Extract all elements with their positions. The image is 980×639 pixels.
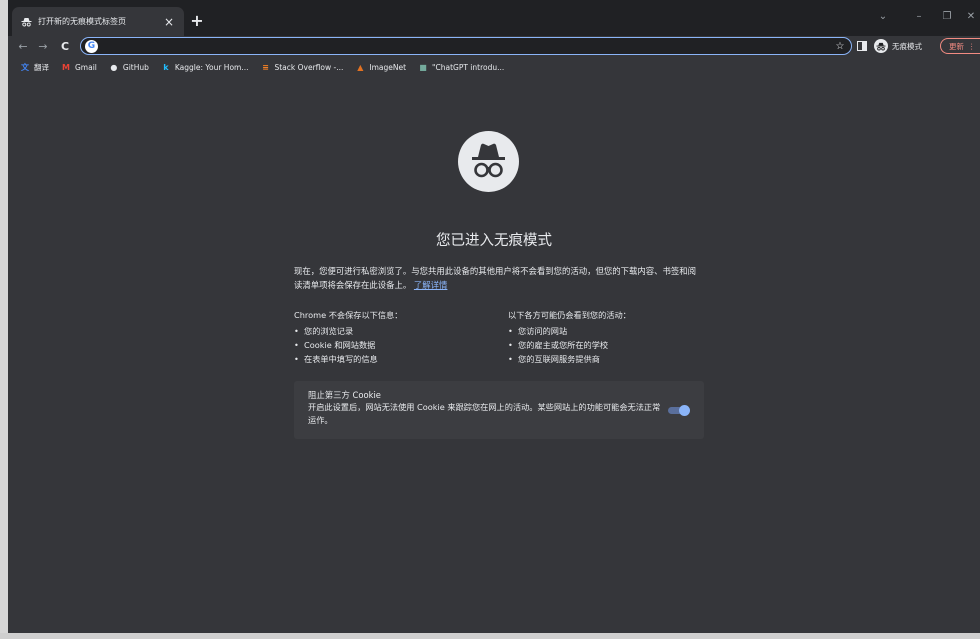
learn-more-link[interactable]: 了解详情 [414,280,448,290]
chrome-wont-save: Chrome 不会保存以下信息： 您的浏览记录 Cookie 和网站数据 在表单… [294,308,514,366]
forward-button[interactable]: → [34,36,52,56]
update-button[interactable]: 更新 ⋮ [940,38,980,54]
activity-visible-to: 以下各方可能仍会看到您的活动： 您访问的网站 您的雇主或您所在的学校 您的互联网… [508,308,728,366]
bookmark-gmail[interactable]: M Gmail [55,59,103,75]
bookmark-chatgpt[interactable]: ■ "ChatGPT introdu... [412,59,510,75]
toggle-knob [679,405,690,416]
imagenet-icon: ▲ [357,62,364,72]
taskbar-edge [0,633,980,639]
incognito-label: 无痕模式 [892,41,922,51]
page-title: 您已进入无痕模式 [436,233,552,249]
list-item: Cookie 和网站数据 [294,338,514,352]
bookmark-label: Kaggle: Your Hom... [174,62,249,72]
bookmark-label: 翻译 [34,62,49,72]
third-party-cookie-card: 阻止第三方 Cookie 开启此设置后，网站无法使用 Cookie 来跟踪您在网… [294,381,704,439]
list-item: 您的互联网服务提供商 [508,352,728,366]
list-item: 您访问的网站 [508,324,728,338]
cookie-description: 开启此设置后，网站无法使用 Cookie 来跟踪您在网上的活动。某些网站上的功能… [308,402,661,425]
incognito-hero-icon [458,131,519,192]
cookie-toggle[interactable] [668,405,690,416]
bookmark-star-icon[interactable]: ☆ [833,41,847,52]
list-item: 您的雇主或您所在的学校 [508,338,728,352]
tab-incognito[interactable]: 打开新的无痕模式标签页 × [12,7,184,36]
translate-icon: 文 [21,62,29,72]
chatgpt-icon: ■ [419,62,427,72]
browser-window: 打开新的无痕模式标签页 × + ⌄ – ❐ ✕ ← → C G ☆ 无痕模式 更… [8,0,980,639]
cookie-title: 阻止第三方 Cookie [308,390,381,400]
bookmark-stackoverflow[interactable]: ≡ Stack Overflow -... [254,59,349,75]
bookmark-imagenet[interactable]: ▲ ImageNet [349,59,412,75]
github-icon: ● [110,62,118,72]
google-icon: G [85,39,98,53]
address-bar[interactable]: G ☆ [80,37,852,55]
bookmark-label: Gmail [75,62,97,72]
bookmarks-bar: 文翻译 M Gmail ● GitHub k Kaggle: Your Hom... ≡ Sta… [8,58,980,76]
stackoverflow-icon: ≡ [262,62,269,72]
gmail-icon: M [62,62,70,72]
bookmark-github[interactable]: ● GitHub [103,59,155,75]
side-panel-icon[interactable] [856,38,868,54]
intro-paragraph: 现在，您便可进行私密浏览了。与您共用此设备的其他用户将不会看到您的活动，但您的下… [294,264,702,292]
bookmark-label: "ChatGPT introdu... [432,62,505,72]
tab-search-chevron-icon[interactable]: ⌄ [868,6,898,26]
tab-title: 打开新的无痕模式标签页 [38,17,126,26]
right-col-list: 您访问的网站 您的雇主或您所在的学校 您的互联网服务提供商 [508,324,728,366]
intro-text: 现在，您便可进行私密浏览了。与您共用此设备的其他用户将不会看到您的活动，但您的下… [294,266,696,290]
address-input[interactable] [104,41,833,51]
left-col-heading: Chrome 不会保存以下信息： [294,310,403,320]
kaggle-icon: k [163,62,169,72]
left-col-list: 您的浏览记录 Cookie 和网站数据 在表单中填写的信息 [294,324,514,366]
incognito-icon [20,16,32,28]
toolbar: ← → C G ☆ 无痕模式 更新 ⋮ [8,36,980,56]
back-button[interactable]: ← [14,36,32,56]
bookmark-kaggle[interactable]: k Kaggle: Your Hom... [155,59,255,75]
tab-strip: 打开新的无痕模式标签页 × + ⌄ – ❐ ✕ [8,0,980,36]
tab-close-icon[interactable]: × [162,15,176,29]
right-col-heading: 以下各方可能仍会看到您的活动： [508,310,631,320]
new-tab-button[interactable]: + [188,11,206,30]
incognito-profile-button[interactable]: 无痕模式 [874,38,922,54]
minimize-button[interactable]: – [904,6,934,26]
incognito-avatar-icon [874,39,888,53]
list-item: 您的浏览记录 [294,324,514,338]
reload-button[interactable]: C [56,36,74,56]
incognito-page: 您已进入无痕模式 现在，您便可进行私密浏览了。与您共用此设备的其他用户将不会看到… [8,78,980,639]
bookmark-label: ImageNet [369,62,407,72]
bookmark-translate[interactable]: 文翻译 [14,59,55,75]
bookmark-label: Stack Overflow -... [274,62,344,72]
update-label: 更新 [949,41,964,51]
bookmark-label: GitHub [122,62,149,72]
close-window-button[interactable]: ✕ [956,6,980,26]
list-item: 在表单中填写的信息 [294,352,514,366]
menu-dots-icon[interactable]: ⋮ [968,42,976,51]
